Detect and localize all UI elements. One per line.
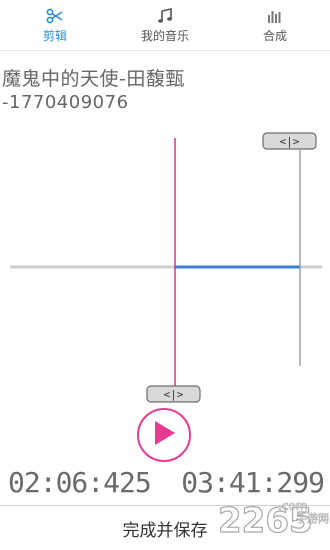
tab-cut[interactable]: 剪辑: [0, 0, 110, 50]
tab-bar: 剪辑 我的音乐 合成: [0, 0, 330, 51]
tab-my-music-label: 我的音乐: [140, 29, 189, 43]
save-button[interactable]: 完成并保存: [0, 505, 330, 550]
start-handle[interactable]: <|>: [146, 385, 201, 403]
song-id: -1770409076: [2, 92, 129, 113]
end-handle[interactable]: <|>: [262, 132, 317, 150]
tab-merge-label: 合成: [262, 29, 287, 43]
play-icon: [151, 419, 177, 451]
scissors-icon: [46, 7, 64, 25]
song-title: 魔鬼中的天使-田馥甄: [2, 68, 185, 90]
waveform-editor[interactable]: <|> <|>: [0, 130, 330, 410]
start-time: 02:06:425: [8, 466, 152, 499]
music-note-icon: [157, 7, 173, 25]
tab-my-music[interactable]: 我的音乐: [110, 0, 220, 50]
play-button[interactable]: [137, 408, 191, 462]
end-time: 03:41:299: [181, 466, 325, 499]
tab-cut-label: 剪辑: [42, 29, 67, 43]
tab-merge[interactable]: 合成: [220, 0, 330, 50]
end-handle-label: <|>: [280, 135, 300, 148]
time-readout: 02:06:425 03:41:299: [0, 466, 330, 502]
equalizer-icon: [267, 7, 283, 25]
start-handle-label: <|>: [164, 388, 184, 401]
